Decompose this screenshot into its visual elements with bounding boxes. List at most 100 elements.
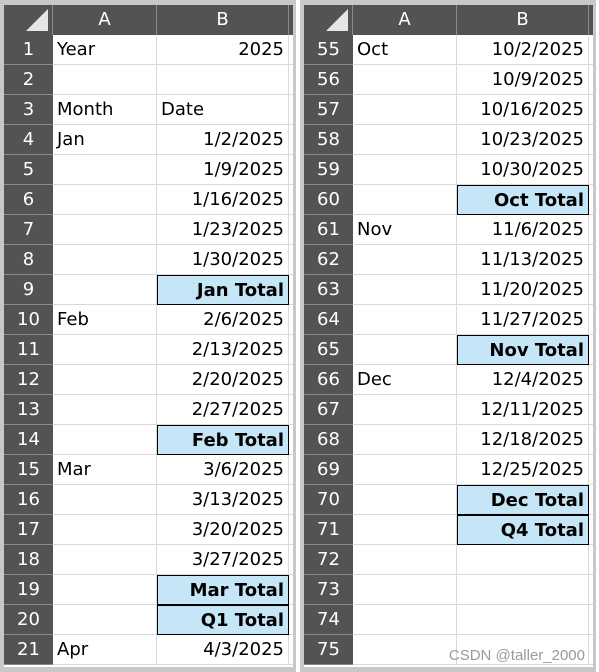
cell-a[interactable] bbox=[53, 275, 157, 305]
row-number[interactable]: 11 bbox=[4, 335, 53, 365]
cell-next[interactable] bbox=[289, 515, 293, 545]
cell-next[interactable] bbox=[289, 575, 293, 605]
cell-b[interactable]: 1/2/2025 bbox=[157, 125, 289, 155]
row-number[interactable]: 61 bbox=[304, 215, 353, 245]
row-number[interactable]: 7 bbox=[4, 215, 53, 245]
total-cell[interactable]: Q1 Total bbox=[157, 605, 289, 635]
cell-next[interactable] bbox=[589, 305, 593, 335]
row-number[interactable]: 21 bbox=[4, 635, 53, 665]
row-number[interactable]: 12 bbox=[4, 365, 53, 395]
cell-b[interactable] bbox=[457, 545, 589, 575]
row-number[interactable]: 20 bbox=[4, 605, 53, 635]
cell-a[interactable] bbox=[53, 245, 157, 275]
cell-b[interactable]: 12/18/2025 bbox=[457, 425, 589, 455]
cell-next[interactable] bbox=[589, 365, 593, 395]
cell-a[interactable] bbox=[53, 425, 157, 455]
row-number[interactable]: 16 bbox=[4, 485, 53, 515]
cell-b[interactable]: 10/2/2025 bbox=[457, 35, 589, 65]
cell-next[interactable] bbox=[289, 335, 293, 365]
row-number[interactable]: 67 bbox=[304, 395, 353, 425]
cell-next[interactable] bbox=[289, 125, 293, 155]
column-header-a[interactable]: A bbox=[53, 5, 157, 35]
row-number[interactable]: 75 bbox=[304, 635, 353, 665]
cell-next[interactable] bbox=[289, 65, 293, 95]
cell-next[interactable] bbox=[589, 545, 593, 575]
cell-b[interactable]: 2/20/2025 bbox=[157, 365, 289, 395]
column-header-b[interactable]: B bbox=[457, 5, 589, 35]
cell-b[interactable]: 10/16/2025 bbox=[457, 95, 589, 125]
cell-a[interactable] bbox=[53, 605, 157, 635]
cell-a[interactable] bbox=[353, 545, 457, 575]
cell-a[interactable]: Month bbox=[53, 95, 157, 125]
total-cell[interactable]: Oct Total bbox=[457, 185, 589, 215]
cell-a[interactable]: Jan bbox=[53, 125, 157, 155]
cell-b[interactable]: 1/23/2025 bbox=[157, 215, 289, 245]
cell-next[interactable] bbox=[589, 95, 593, 125]
cell-a[interactable] bbox=[53, 545, 157, 575]
cell-b[interactable]: 2/27/2025 bbox=[157, 395, 289, 425]
row-number[interactable]: 17 bbox=[4, 515, 53, 545]
row-number[interactable]: 70 bbox=[304, 485, 353, 515]
row-number[interactable]: 3 bbox=[4, 95, 53, 125]
cell-next[interactable] bbox=[289, 95, 293, 125]
cell-next[interactable] bbox=[589, 35, 593, 65]
cell-a[interactable] bbox=[353, 185, 457, 215]
cell-next[interactable] bbox=[289, 605, 293, 635]
cell-b[interactable]: 11/20/2025 bbox=[457, 275, 589, 305]
cell-a[interactable] bbox=[53, 155, 157, 185]
row-number[interactable]: 14 bbox=[4, 425, 53, 455]
row-number[interactable]: 58 bbox=[304, 125, 353, 155]
row-number[interactable]: 5 bbox=[4, 155, 53, 185]
cell-next[interactable] bbox=[289, 455, 293, 485]
cell-b[interactable]: 3/6/2025 bbox=[157, 455, 289, 485]
cell-a[interactable]: Nov bbox=[353, 215, 457, 245]
cell-b[interactable]: 11/13/2025 bbox=[457, 245, 589, 275]
row-number[interactable]: 8 bbox=[4, 245, 53, 275]
cell-b[interactable]: 3/27/2025 bbox=[157, 545, 289, 575]
total-cell[interactable]: Dec Total bbox=[457, 485, 589, 515]
cell-a[interactable] bbox=[353, 455, 457, 485]
cell-a[interactable] bbox=[353, 155, 457, 185]
cell-b[interactable] bbox=[157, 65, 289, 95]
cell-next[interactable] bbox=[289, 35, 293, 65]
cell-b[interactable]: 1/16/2025 bbox=[157, 185, 289, 215]
row-number[interactable]: 74 bbox=[304, 605, 353, 635]
cell-next[interactable] bbox=[289, 485, 293, 515]
cell-next[interactable] bbox=[289, 185, 293, 215]
row-number[interactable]: 2 bbox=[4, 65, 53, 95]
cell-a[interactable]: Oct bbox=[353, 35, 457, 65]
row-number[interactable]: 56 bbox=[304, 65, 353, 95]
cell-a[interactable] bbox=[353, 95, 457, 125]
cell-a[interactable] bbox=[53, 395, 157, 425]
cell-next[interactable] bbox=[589, 155, 593, 185]
cell-next[interactable] bbox=[289, 395, 293, 425]
row-number[interactable]: 60 bbox=[304, 185, 353, 215]
cell-a[interactable] bbox=[353, 575, 457, 605]
row-number[interactable]: 6 bbox=[4, 185, 53, 215]
cell-a[interactable]: Mar bbox=[53, 455, 157, 485]
cell-b[interactable]: 1/9/2025 bbox=[157, 155, 289, 185]
cell-b[interactable]: 11/6/2025 bbox=[457, 215, 589, 245]
column-header-next[interactable] bbox=[289, 5, 293, 35]
cell-a[interactable] bbox=[353, 515, 457, 545]
row-number[interactable]: 73 bbox=[304, 575, 353, 605]
cell-b[interactable]: 2/6/2025 bbox=[157, 305, 289, 335]
cell-next[interactable] bbox=[289, 425, 293, 455]
cell-a[interactable] bbox=[353, 245, 457, 275]
total-cell[interactable]: Q4 Total bbox=[457, 515, 589, 545]
cell-b[interactable]: 10/23/2025 bbox=[457, 125, 589, 155]
cell-next[interactable] bbox=[589, 635, 593, 665]
cell-b[interactable]: 12/4/2025 bbox=[457, 365, 589, 395]
cell-next[interactable] bbox=[589, 125, 593, 155]
cell-b[interactable]: 12/25/2025 bbox=[457, 455, 589, 485]
cell-a[interactable] bbox=[353, 395, 457, 425]
cell-a[interactable] bbox=[53, 185, 157, 215]
select-all-corner[interactable] bbox=[4, 5, 53, 35]
row-number[interactable]: 18 bbox=[4, 545, 53, 575]
cell-next[interactable] bbox=[289, 365, 293, 395]
cell-next[interactable] bbox=[289, 545, 293, 575]
row-number[interactable]: 19 bbox=[4, 575, 53, 605]
cell-next[interactable] bbox=[589, 275, 593, 305]
cell-b[interactable]: 1/30/2025 bbox=[157, 245, 289, 275]
select-all-corner[interactable] bbox=[304, 5, 353, 35]
